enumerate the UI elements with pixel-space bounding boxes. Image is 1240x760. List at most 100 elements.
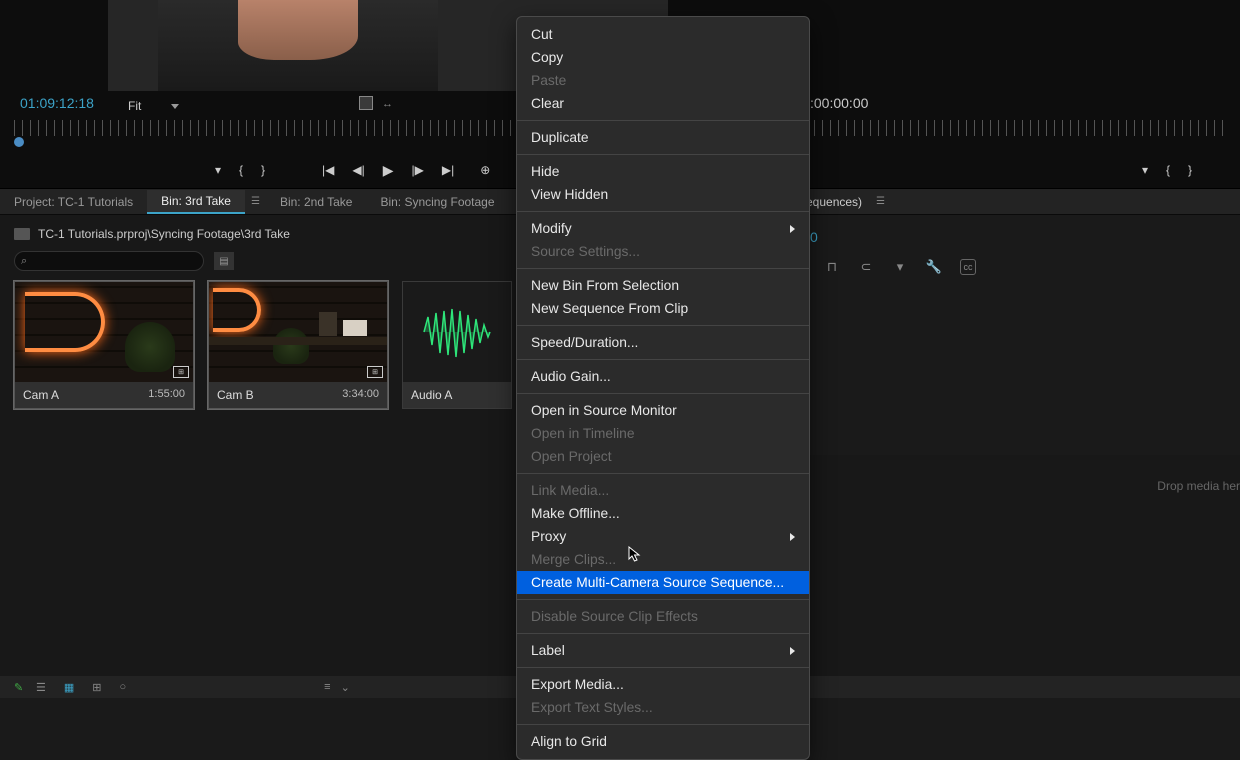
context-menu: Cut Copy Paste Clear Duplicate Hide View… [516, 16, 810, 760]
thumb-monitor [343, 320, 367, 336]
search-icon: ⌕ [21, 255, 27, 268]
menu-cut[interactable]: Cut [517, 23, 809, 46]
icon-view-icon[interactable]: ▦ [64, 681, 74, 694]
menu-separator [517, 154, 809, 155]
thumb-plant [273, 328, 309, 364]
menu-copy[interactable]: Copy [517, 46, 809, 69]
step-forward-icon[interactable]: |▶ [412, 163, 424, 177]
search-input[interactable] [14, 251, 204, 271]
clip-name: Cam A [23, 388, 59, 402]
video-badge-icon: ⊞ [173, 366, 189, 378]
waveform-icon [422, 305, 492, 360]
clip-name: Cam B [217, 388, 254, 402]
menu-separator [517, 724, 809, 725]
sequence-timecode: :00:00:00 [810, 95, 868, 111]
menu-link-media: Link Media... [517, 479, 809, 502]
menu-align-grid[interactable]: Align to Grid [517, 730, 809, 753]
freeform-view-icon[interactable]: ⊞ [92, 681, 101, 694]
clip-audio-a[interactable]: Audio A [402, 281, 512, 409]
video-badge-icon: ⊞ [367, 366, 383, 378]
chevron-down-icon[interactable]: ⌄ [341, 681, 350, 694]
list-view-icon[interactable]: ☰ [36, 681, 46, 694]
zoom-slider-icon[interactable]: ○ [120, 681, 127, 693]
preview-content-detail [238, 0, 358, 60]
menu-separator [517, 211, 809, 212]
resolution-icon[interactable] [359, 96, 373, 110]
menu-open-timeline: Open in Timeline [517, 422, 809, 445]
menu-new-sequence[interactable]: New Sequence From Clip [517, 297, 809, 320]
menu-speed-duration[interactable]: Speed/Duration... [517, 331, 809, 354]
menu-export-media[interactable]: Export Media... [517, 673, 809, 696]
step-back-icon[interactable]: ◀| [352, 163, 364, 177]
in-bracket-icon[interactable]: { [1166, 163, 1170, 177]
wrench-icon[interactable]: 🔧 [926, 259, 942, 275]
settings-icon[interactable]: ↔ [382, 98, 393, 110]
menu-open-source[interactable]: Open in Source Monitor [517, 399, 809, 422]
clip-cam-a[interactable]: ⊞ Cam A 1:55:00 [14, 281, 194, 409]
breadcrumb-path: TC-1 Tutorials.prproj\Syncing Footage\3r… [38, 227, 290, 241]
menu-make-offline[interactable]: Make Offline... [517, 502, 809, 525]
menu-separator [517, 633, 809, 634]
playhead-indicator[interactable] [14, 137, 24, 147]
tab-bin-2nd[interactable]: Bin: 2nd Take [266, 191, 367, 213]
menu-label[interactable]: Label [517, 639, 809, 662]
linked-selection-icon[interactable]: ⊂ [858, 259, 874, 275]
clip-duration: 3:34:00 [342, 388, 379, 402]
menu-label: Modify [531, 221, 572, 236]
marker-tl-icon[interactable]: ▾ [892, 259, 908, 275]
play-icon[interactable]: ▶ [383, 162, 394, 179]
menu-separator [517, 325, 809, 326]
go-to-out-icon[interactable]: ▶| [442, 163, 454, 177]
marker-right-icon[interactable]: ▾ [1142, 163, 1148, 177]
menu-label: Proxy [531, 529, 566, 544]
thumb-neon-sign [213, 288, 261, 332]
tab-bin-syncing[interactable]: Bin: Syncing Footage [366, 191, 508, 213]
menu-hide[interactable]: Hide [517, 160, 809, 183]
clip-cam-b[interactable]: ⊞ Cam B 3:34:00 [208, 281, 388, 409]
breadcrumb: TC-1 Tutorials.prproj\Syncing Footage\3r… [14, 227, 290, 241]
menu-view-hidden[interactable]: View Hidden [517, 183, 809, 206]
menu-modify[interactable]: Modify [517, 217, 809, 240]
in-point-icon[interactable]: { [239, 163, 243, 177]
menu-duplicate[interactable]: Duplicate [517, 126, 809, 149]
marker-icon[interactable]: ▾ [215, 163, 221, 177]
menu-separator [517, 393, 809, 394]
menu-label: Label [531, 643, 565, 658]
zoom-fit-dropdown[interactable]: Fit [120, 97, 187, 115]
sort-icon[interactable]: ≡ [324, 681, 330, 693]
menu-audio-gain[interactable]: Audio Gain... [517, 365, 809, 388]
out-point-icon[interactable]: } [261, 163, 265, 177]
snap-icon[interactable]: ⊓ [824, 259, 840, 275]
menu-separator [517, 120, 809, 121]
menu-proxy[interactable]: Proxy [517, 525, 809, 548]
timeline-panel: 0 ⊓ ⊂ ▾ 🔧 cc Drop media her [806, 215, 1240, 455]
search-row: ⌕ ▤ [14, 251, 234, 271]
menu-clear[interactable]: Clear [517, 92, 809, 115]
submenu-arrow-icon [790, 225, 795, 233]
menu-separator [517, 667, 809, 668]
thumb-plant [125, 322, 175, 372]
tab-project[interactable]: Project: TC-1 Tutorials [0, 191, 147, 213]
seq-tab-menu-icon[interactable]: ☰ [876, 196, 885, 207]
menu-export-text-styles: Export Text Styles... [517, 696, 809, 719]
timeline-timecode: 0 [810, 229, 818, 245]
menu-source-settings: Source Settings... [517, 240, 809, 263]
source-timecode[interactable]: 01:09:12:18 [20, 95, 94, 111]
tab-bin-3rd[interactable]: Bin: 3rd Take [147, 190, 245, 214]
menu-separator [517, 268, 809, 269]
tab-sequences[interactable]: equences) [806, 195, 862, 209]
bin-icon[interactable] [14, 228, 30, 240]
thumb-lamp [319, 312, 337, 336]
submenu-arrow-icon [790, 533, 795, 541]
fit-label: Fit [128, 99, 141, 113]
tab-menu-icon[interactable]: ☰ [245, 196, 266, 207]
new-item-button[interactable]: ▤ [214, 252, 234, 270]
go-to-in-icon[interactable]: |◀ [322, 163, 334, 177]
cc-icon[interactable]: cc [960, 259, 976, 275]
clip-name: Audio A [411, 388, 452, 402]
out-bracket-icon[interactable]: } [1188, 163, 1192, 177]
pencil-icon[interactable]: ✎ [14, 681, 23, 694]
insert-icon[interactable]: ⊕ [480, 163, 490, 177]
menu-new-bin[interactable]: New Bin From Selection [517, 274, 809, 297]
menu-multicam[interactable]: Create Multi-Camera Source Sequence... [517, 571, 809, 594]
